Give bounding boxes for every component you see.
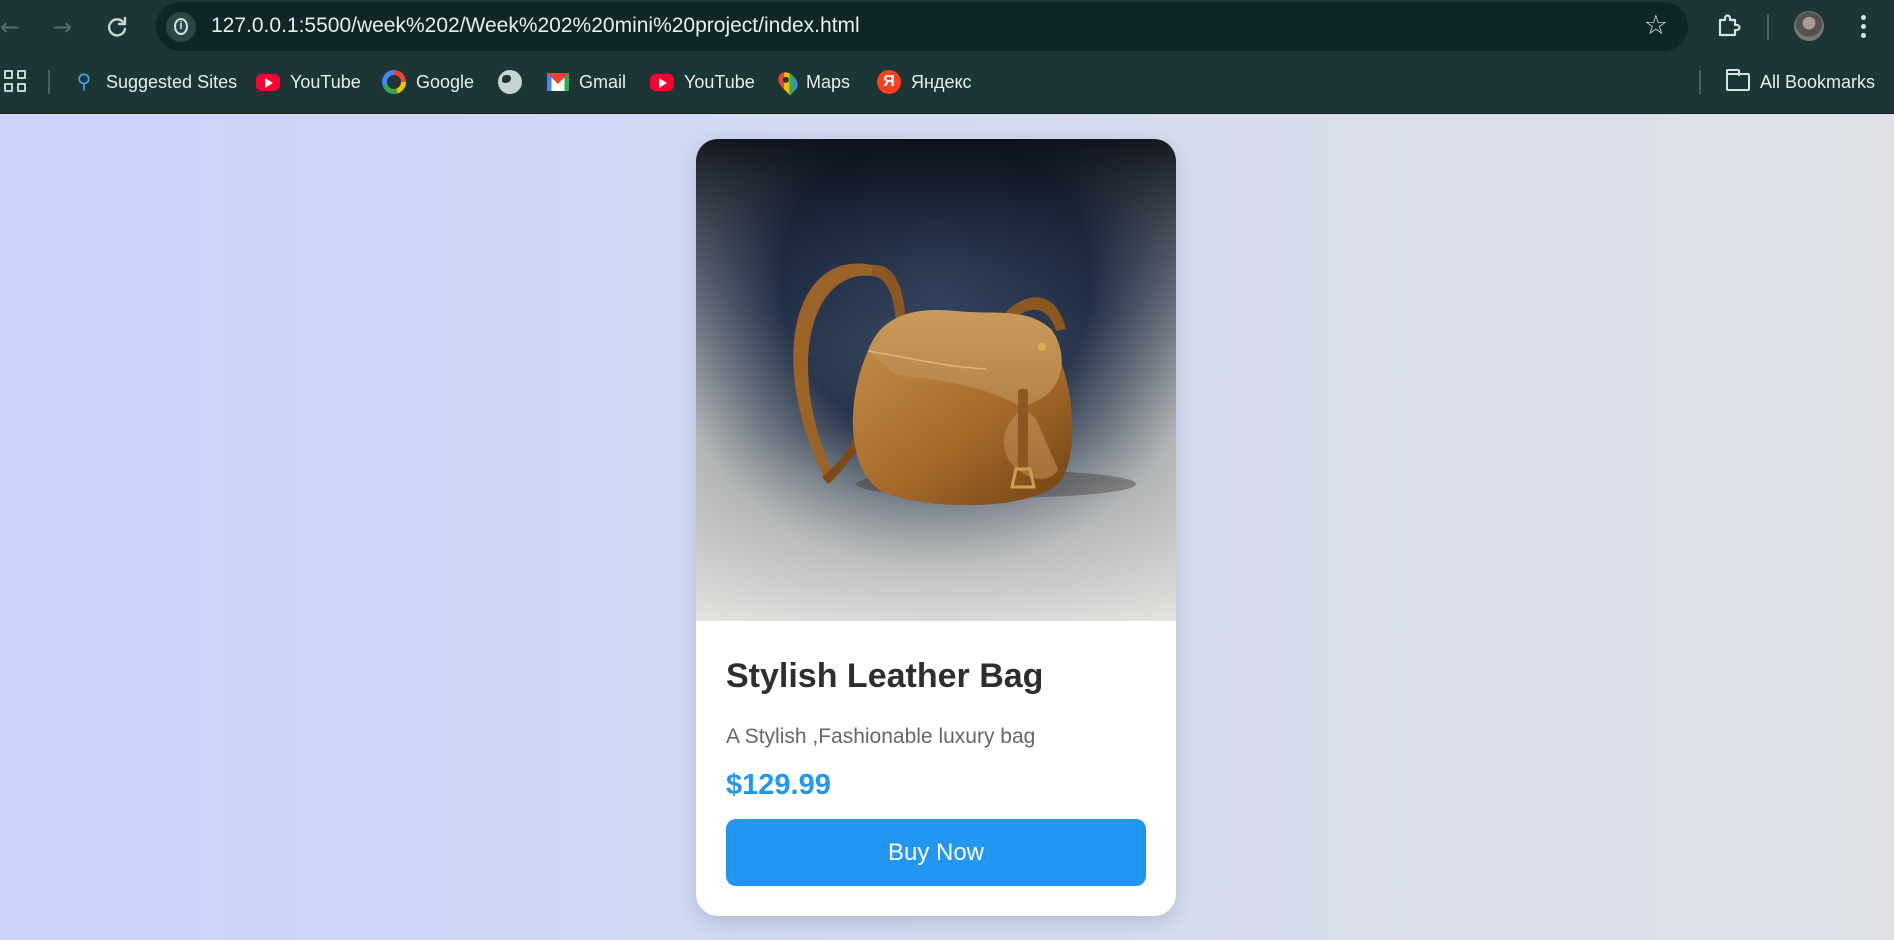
- all-bookmarks-label: All Bookmarks: [1760, 71, 1876, 92]
- arrow-left-icon: ←: [0, 13, 21, 41]
- all-bookmarks-button[interactable]: All Bookmarks: [1726, 67, 1875, 97]
- reload-icon: [107, 16, 127, 37]
- folder-icon: [1726, 69, 1750, 91]
- back-button[interactable]: ←: [0, 11, 26, 43]
- bookmarks-divider: [1699, 70, 1701, 94]
- address-bar[interactable]: i 127.0.0.1:5500/week%202/Week%202%20min…: [156, 2, 1688, 51]
- extensions-button[interactable]: [1714, 11, 1744, 41]
- bookmark-label: YouTube: [684, 71, 755, 92]
- bookmark-yandex[interactable]: Я Яндекс: [877, 67, 972, 97]
- youtube-icon: [650, 73, 674, 91]
- bookmark-gmail[interactable]: Gmail: [547, 67, 626, 97]
- search-icon: ⚲: [76, 71, 92, 93]
- avatar[interactable]: [1794, 11, 1824, 41]
- google-icon: [382, 70, 406, 94]
- bookmark-globe[interactable]: [498, 67, 532, 97]
- page-viewport: Stylish Leather Bag A Stylish ,Fashionab…: [0, 115, 1894, 940]
- bookmark-google[interactable]: Google: [382, 67, 474, 97]
- info-icon: i: [174, 18, 188, 35]
- arrow-right-icon: →: [51, 13, 73, 41]
- star-icon: ☆: [1643, 10, 1668, 41]
- puzzle-icon: [1718, 14, 1741, 37]
- bookmark-label: Gmail: [579, 71, 627, 92]
- product-price: $129.99: [726, 769, 831, 801]
- bookmark-youtube-2[interactable]: YouTube: [650, 67, 755, 97]
- browser-menu-button[interactable]: [1854, 13, 1872, 41]
- product-card: Stylish Leather Bag A Stylish ,Fashionab…: [696, 139, 1176, 916]
- bookmark-label: YouTube: [290, 71, 361, 92]
- buy-now-button[interactable]: Buy Now: [726, 819, 1146, 886]
- product-title: Stylish Leather Bag: [726, 657, 1044, 695]
- globe-icon: [498, 70, 522, 94]
- bookmark-label: Maps: [806, 71, 851, 92]
- bookmark-label: Suggested Sites: [106, 71, 238, 92]
- bookmark-maps[interactable]: Maps: [774, 67, 851, 97]
- browser-toolbar: ← → i 127.0.0.1:5500/week%202/Week%202%2…: [0, 0, 1894, 54]
- reload-button[interactable]: [101, 11, 133, 43]
- yandex-icon: Я: [877, 70, 901, 94]
- bookmark-star-button[interactable]: ☆: [1644, 11, 1668, 41]
- youtube-icon: [256, 73, 280, 91]
- bookmark-youtube[interactable]: YouTube: [256, 67, 361, 97]
- url-text[interactable]: 127.0.0.1:5500/week%202/Week%202%20mini%…: [211, 14, 860, 38]
- product-description: A Stylish ,Fashionable luxury bag: [726, 725, 1036, 748]
- forward-button[interactable]: →: [46, 11, 78, 43]
- toolbar-divider: [1767, 14, 1769, 40]
- gmail-icon: [547, 73, 569, 91]
- product-image: [696, 139, 1176, 621]
- bookmarks-divider: [48, 70, 50, 94]
- bookmark-label: Google: [416, 71, 475, 92]
- more-vertical-icon: [1854, 15, 1872, 38]
- maps-pin-icon: [774, 68, 802, 96]
- bookmark-suggested-sites[interactable]: ⚲ Suggested Sites: [72, 67, 237, 97]
- bookmarks-bar: ⚲ Suggested Sites YouTube Google Gmail Y…: [0, 54, 1894, 114]
- apps-grid-icon[interactable]: [4, 70, 26, 92]
- site-info-button[interactable]: i: [166, 12, 196, 42]
- bookmark-label: Яндекс: [911, 71, 972, 92]
